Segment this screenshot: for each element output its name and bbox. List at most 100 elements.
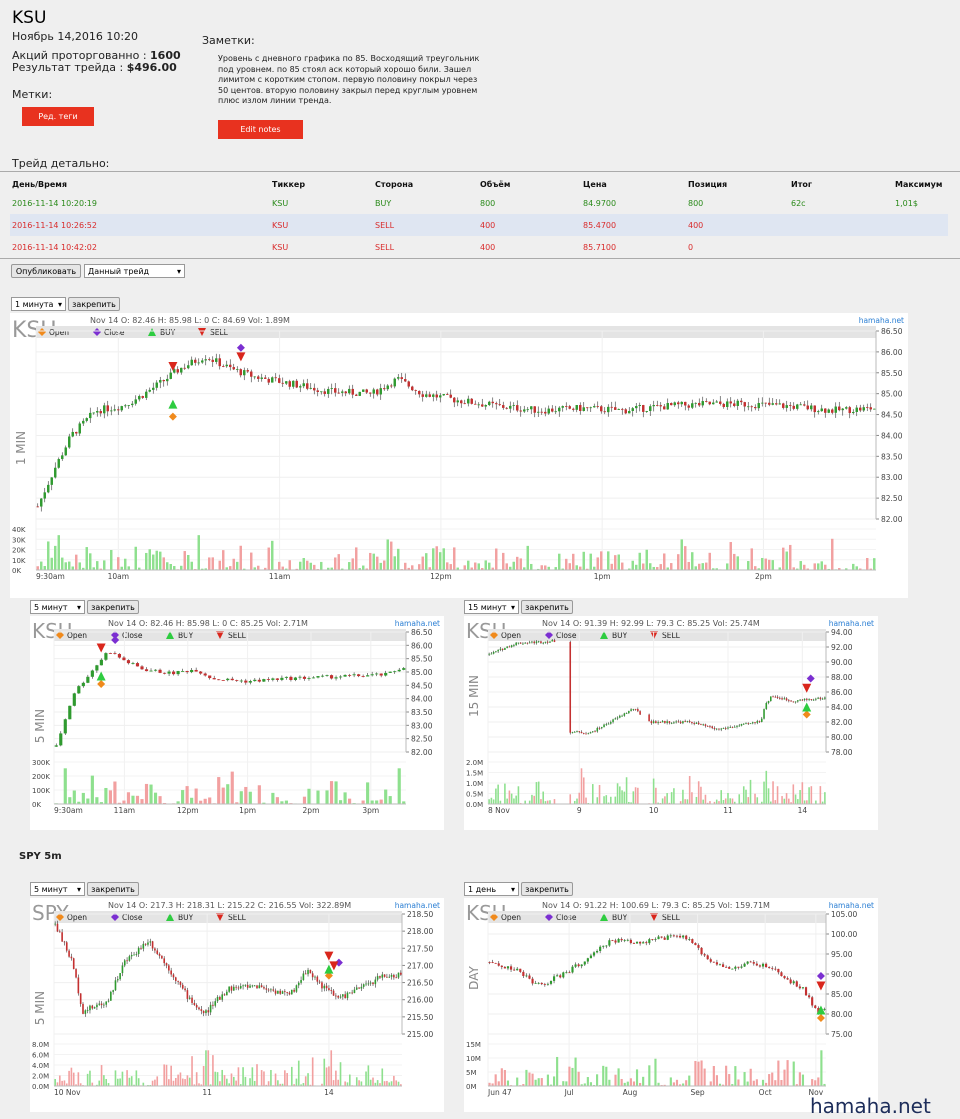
volume-bar — [86, 1073, 89, 1086]
candle-body — [722, 728, 725, 729]
candle-body — [537, 411, 540, 413]
candle-body — [274, 377, 277, 379]
candle-body — [650, 721, 653, 724]
candle-body — [792, 405, 795, 409]
cell-side: SELL — [375, 242, 395, 252]
candle-body — [777, 968, 780, 973]
table-row[interactable]: 2016-11-14 10:20:19 KSU BUY 800 84.9700 800 62… — [10, 192, 948, 214]
candle-body — [180, 367, 183, 373]
volume-tick-label: 2.0M — [466, 759, 483, 767]
volume-bar — [163, 1064, 166, 1086]
publish-button[interactable]: Опубликовать — [11, 264, 81, 278]
timeframe-select[interactable]: 15 минут ▾ — [464, 600, 519, 614]
candle-body — [397, 377, 400, 379]
candle-body — [265, 988, 268, 990]
volume-bar — [635, 564, 638, 570]
volume-bar — [313, 564, 316, 570]
candle-body — [701, 401, 704, 406]
candle-body — [302, 676, 307, 679]
chart-daily[interactable]: KSU Nov 14 O: 91.22 H: 100.69 L: 79.3 C: … — [464, 898, 878, 1112]
pin-button[interactable]: закрепить — [521, 600, 573, 614]
chart-spy-5min[interactable]: SPY Nov 14 O: 217.3 H: 218.31 L: 215.22 C… — [30, 898, 444, 1112]
candle-body — [299, 386, 302, 388]
volume-bar — [619, 786, 621, 804]
candle-body — [533, 406, 536, 413]
chart-1min[interactable]: KSU Nov 14 O: 82.46 H: 85.98 L: 0 C: 84.6… — [10, 313, 908, 598]
candle-body — [212, 1004, 214, 1006]
candle-body — [801, 987, 805, 989]
volume-bar — [691, 792, 693, 804]
chevron-down-icon: ▾ — [510, 602, 515, 612]
volume-bar — [776, 786, 779, 804]
edit-tags-button[interactable]: Ред. теги — [22, 107, 94, 126]
y-tick-label: 86.00 — [881, 348, 903, 357]
candle-body — [845, 407, 848, 409]
candle-body — [63, 941, 66, 943]
candle-body — [126, 660, 131, 664]
volume-bar — [135, 795, 140, 804]
candle-body — [151, 941, 154, 949]
candle-body — [361, 676, 365, 677]
volume-tick-label: 8.0M — [32, 1041, 49, 1049]
candle-body — [253, 985, 256, 987]
volume-bar — [731, 798, 734, 804]
candle-body — [603, 724, 605, 728]
timeframe-select[interactable]: 1 минута ▾ — [11, 297, 66, 311]
candle-body — [124, 405, 127, 407]
candle-body — [733, 726, 736, 728]
volume-bar — [75, 554, 78, 570]
table-row[interactable]: 2016-11-14 10:26:52 KSU SELL 400 85.4700 400 — [10, 214, 948, 236]
cell-max: 1,01$ — [895, 198, 918, 208]
candle-body — [540, 641, 542, 643]
candle-body — [135, 663, 140, 667]
volume-bar — [568, 563, 571, 570]
volume-bar — [72, 1072, 75, 1086]
trade-filter-select[interactable]: Данный трейд ▾ — [84, 264, 185, 278]
candle-body — [695, 722, 698, 724]
col-header: Сторона — [375, 179, 414, 189]
candle-body — [785, 405, 788, 408]
volume-bar — [173, 566, 176, 570]
candle-body — [77, 977, 80, 994]
timeframe-select[interactable]: 5 минут ▾ — [30, 600, 85, 614]
sell-marker — [236, 352, 246, 362]
chart-5min[interactable]: KSU Nov 14 O: 82.46 H: 85.98 L: 0 C: 85.2… — [30, 616, 444, 830]
candle-body — [737, 966, 740, 968]
pin-button[interactable]: закрепить — [521, 882, 573, 896]
table-row[interactable]: 2016-11-14 10:42:02 KSU SELL 400 85.7100 0 — [10, 236, 948, 258]
volume-bar — [490, 797, 493, 804]
candle-body — [165, 963, 168, 966]
candle-body — [549, 641, 551, 643]
candle-body — [767, 701, 770, 703]
divider — [0, 171, 960, 172]
pin-button[interactable]: закрепить — [68, 297, 120, 311]
timeframe-select[interactable]: 5 минут ▾ — [30, 882, 85, 896]
candle-body — [64, 447, 67, 456]
cell-position: 0 — [688, 242, 694, 252]
pin-button[interactable]: закрепить — [87, 600, 139, 614]
volume-bar — [140, 799, 144, 804]
volume-bar — [54, 545, 57, 570]
volume-bar — [256, 1064, 258, 1086]
candle-body — [72, 958, 75, 970]
candle-body — [742, 723, 745, 725]
candle-body — [325, 985, 328, 989]
candle-body — [516, 405, 519, 411]
volume-bar — [736, 556, 739, 570]
candle-body — [418, 390, 421, 395]
volume-tick-label: 1.0M — [466, 780, 483, 788]
volume-bar — [181, 1078, 184, 1086]
pin-button[interactable]: закрепить — [87, 882, 139, 896]
timeframe-select[interactable]: 1 день ▾ — [464, 882, 519, 896]
ohlc-info: Nov 14 O: 82.46 H: 85.98 L: 0 C: 84.69 V… — [90, 316, 290, 325]
edit-notes-button[interactable]: Edit notes — [218, 120, 303, 139]
volume-bar — [774, 800, 777, 804]
volume-bar — [502, 552, 505, 570]
volume-bar — [534, 1079, 537, 1086]
candle-body — [381, 974, 384, 978]
volume-bar — [202, 1065, 205, 1086]
candle-body — [817, 411, 820, 413]
volume-tick-label: 0.0M — [466, 801, 483, 809]
candle-body — [474, 403, 477, 405]
chart-15min[interactable]: KSU Nov 14 O: 91.39 H: 92.99 L: 79.3 C: 8… — [464, 616, 878, 830]
